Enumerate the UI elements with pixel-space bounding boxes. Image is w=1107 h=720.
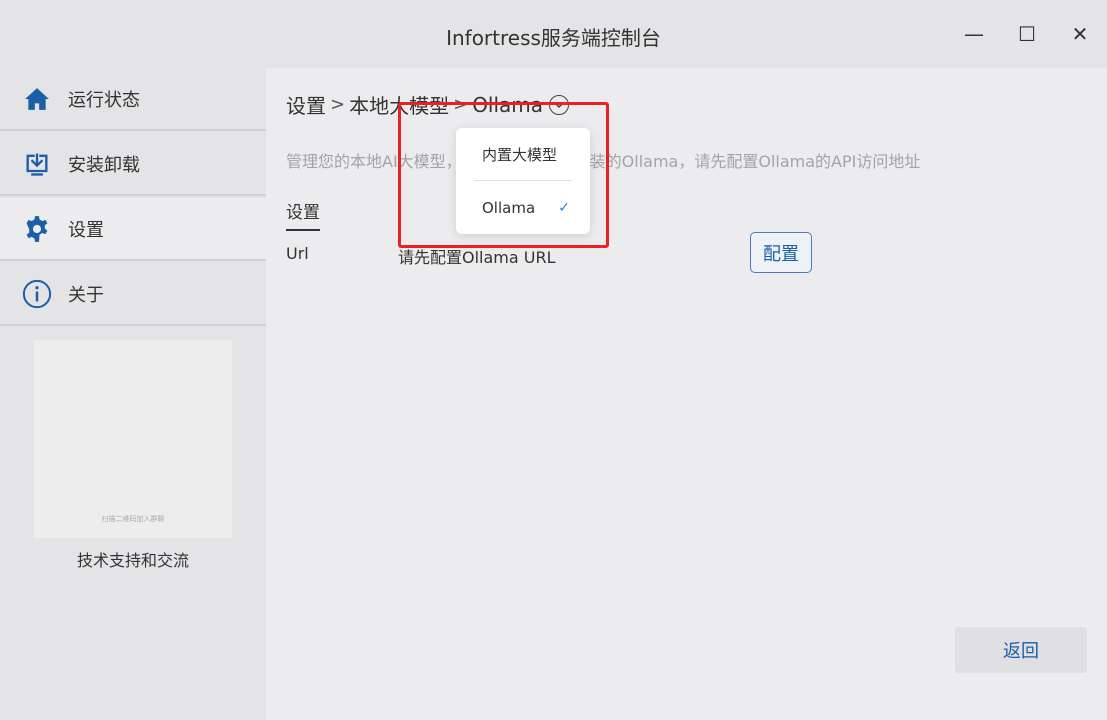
sidebar-item-settings[interactable]: 设置 [0, 198, 266, 261]
qr-code-image: 扫描二维码加入群聊 [34, 340, 232, 538]
maximize-button[interactable]: ☐ [1007, 18, 1047, 50]
main-panel: 设置 > 本地大模型 > Ollama 管理您的本地AI大模型，如果您使用单独安… [266, 68, 1107, 720]
sidebar-item-status[interactable]: 运行状态 [0, 68, 266, 131]
info-icon [22, 279, 52, 309]
install-icon [22, 149, 52, 179]
sidebar-item-label: 运行状态 [68, 89, 140, 111]
close-button[interactable]: ✕ [1060, 18, 1100, 50]
config-button[interactable]: 配置 [750, 232, 812, 273]
annotation-highlight-box [398, 102, 609, 248]
qr-caption: 扫描二维码加入群聊 [101, 515, 165, 523]
breadcrumb-settings[interactable]: 设置 [286, 90, 326, 119]
sidebar-item-label: 设置 [68, 219, 104, 241]
chevron-right-icon: > [330, 94, 346, 115]
support-text: 技术支持和交流 [76, 551, 189, 570]
minimize-button[interactable]: — [954, 18, 994, 50]
back-button[interactable]: 返回 [955, 627, 1087, 673]
url-label: Url [286, 244, 309, 263]
sidebar-item-about[interactable]: 关于 [0, 263, 266, 326]
sidebar-item-install[interactable]: 安装卸载 [0, 133, 266, 196]
sidebar-item-label: 关于 [68, 284, 104, 306]
section-title: 设置 [286, 198, 320, 231]
home-icon [22, 84, 52, 114]
gear-icon [22, 214, 52, 244]
window-title: Infortress服务端控制台 [446, 26, 661, 50]
title-bar: Infortress服务端控制台 — ☐ ✕ [0, 0, 1107, 68]
sidebar: 运行状态 安装卸载 设置 关于 扫描二维码加入群聊 技术支持和交流 [0, 68, 266, 720]
sidebar-item-label: 安装卸载 [68, 154, 140, 176]
